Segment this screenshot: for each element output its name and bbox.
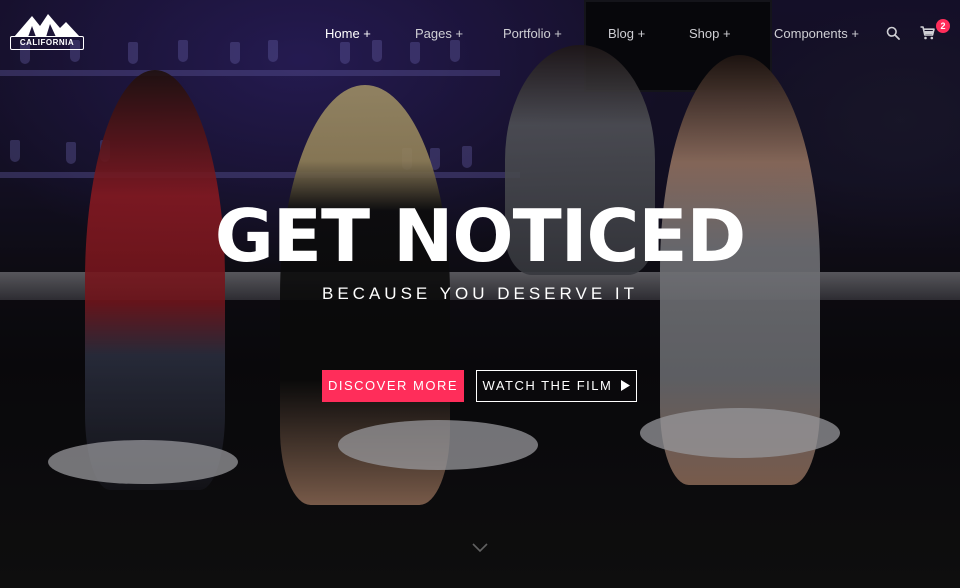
hero-section: CALIFORNIA Home + Pages + Portfolio + Bl… <box>0 0 960 588</box>
nav-item-portfolio[interactable]: Portfolio + <box>503 26 562 41</box>
hero-subline: BECAUSE YOU DESERVE IT <box>322 284 638 303</box>
nav-item-home[interactable]: Home + <box>325 26 371 41</box>
nav-item-blog[interactable]: Blog + <box>608 26 645 41</box>
discover-more-button[interactable]: DISCOVER MORE <box>322 370 464 402</box>
search-icon[interactable] <box>886 26 900 45</box>
cart-icon[interactable] <box>920 26 935 45</box>
nav-item-shop[interactable]: Shop + <box>689 26 731 41</box>
watch-the-film-button[interactable]: WATCH THE FILM <box>476 370 637 402</box>
cart-count-badge: 2 <box>936 19 950 33</box>
play-icon <box>621 372 631 401</box>
discover-more-label: DISCOVER MORE <box>327 378 458 393</box>
main-nav: Home + Pages + Portfolio + Blog + Shop +… <box>0 26 960 41</box>
hero-headline: GET NOTICED <box>214 194 747 278</box>
watch-the-film-label: WATCH THE FILM <box>482 378 613 393</box>
chevron-down-icon[interactable] <box>472 540 488 558</box>
nav-item-pages[interactable]: Pages + <box>415 26 463 41</box>
nav-item-components[interactable]: Components + <box>774 26 859 41</box>
